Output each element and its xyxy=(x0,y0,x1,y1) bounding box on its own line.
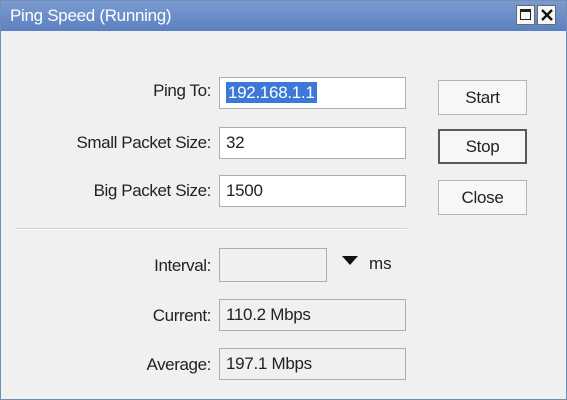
interval-label: Interval: xyxy=(154,256,211,275)
ping-to-label: Ping To: xyxy=(153,81,211,100)
current-value: 110.2 Mbps xyxy=(219,299,406,331)
ping-to-value: 192.168.1.1 xyxy=(226,82,317,103)
triangle-down-icon[interactable] xyxy=(342,256,358,266)
big-packet-size-input[interactable]: 1500 xyxy=(219,175,406,207)
small-packet-size-input[interactable]: 32 xyxy=(219,127,406,159)
close-icon[interactable] xyxy=(537,5,556,25)
interval-input[interactable] xyxy=(219,248,327,282)
divider xyxy=(15,228,407,230)
big-packet-size-label: Big Packet Size: xyxy=(93,181,212,200)
ping-to-input[interactable]: 192.168.1.1 xyxy=(219,77,406,109)
current-label: Current: xyxy=(152,306,212,325)
stop-button[interactable]: Stop xyxy=(438,129,527,164)
title-bar[interactable]: Ping Speed (Running) xyxy=(1,1,566,31)
start-button[interactable]: Start xyxy=(438,80,527,115)
small-packet-size-label: Small Packet Size: xyxy=(76,133,211,152)
window-title: Ping Speed (Running) xyxy=(10,6,172,25)
average-value: 197.1 Mbps xyxy=(219,348,406,380)
close-button[interactable]: Close xyxy=(438,180,527,215)
average-label: Average: xyxy=(146,355,211,374)
interval-unit: ms xyxy=(369,254,392,273)
maximize-icon[interactable] xyxy=(516,5,535,25)
ping-speed-window: Ping Speed (Running) Ping To: 192.168.1.… xyxy=(0,0,567,400)
